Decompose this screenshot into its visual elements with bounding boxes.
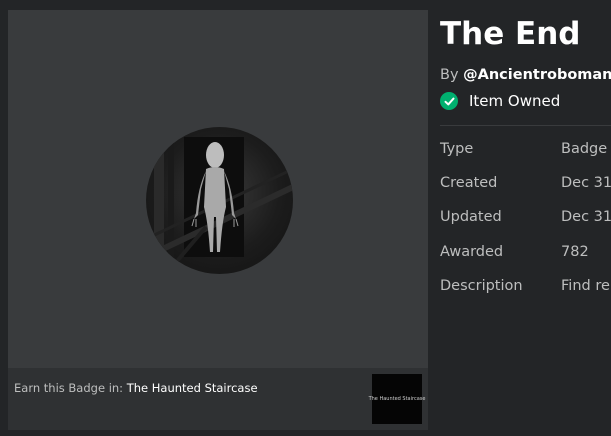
detail-value-awarded: 782 [561, 244, 589, 260]
detail-label-awarded: Awarded [440, 244, 504, 260]
by-prefix: By [440, 67, 464, 83]
earn-badge-bar: Earn this Badge in: The Haunted Staircas… [8, 368, 428, 430]
detail-value-description: Find re [561, 278, 610, 294]
game-thumbnail[interactable]: The Haunted Staircase [369, 374, 425, 424]
creator-link[interactable]: @Ancientroboman [463, 67, 611, 83]
game-thumbnail-text: The Haunted Staircase [368, 396, 426, 402]
badge-thumbnail-card [8, 10, 428, 430]
checkmark-icon [440, 92, 458, 110]
game-link[interactable]: The Haunted Staircase [127, 381, 258, 395]
detail-value-type: Badge [561, 141, 608, 157]
badge-image [146, 127, 293, 274]
detail-label-description: Description [440, 278, 523, 294]
detail-value-created: Dec 31, [561, 175, 611, 191]
item-owned-status: Item Owned [440, 91, 560, 111]
divider [440, 125, 611, 126]
creator-byline: By @Ancientroboman [440, 67, 611, 83]
detail-value-updated: Dec 31, [561, 209, 611, 225]
detail-label-updated: Updated [440, 209, 502, 225]
item-owned-label: Item Owned [469, 92, 561, 110]
detail-label-created: Created [440, 175, 498, 191]
detail-label-type: Type [440, 141, 474, 157]
badge-title: The End [440, 16, 581, 52]
faceless-figure-icon [146, 127, 293, 274]
earn-badge-prefix: Earn this Badge in: [14, 381, 127, 395]
earn-badge-text: Earn this Badge in: The Haunted Staircas… [14, 381, 258, 395]
